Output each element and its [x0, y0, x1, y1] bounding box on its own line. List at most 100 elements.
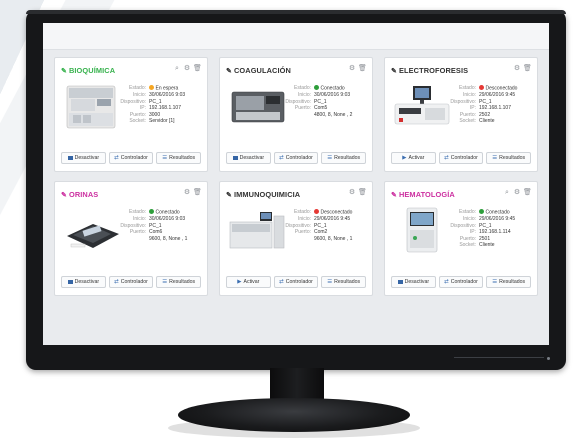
info-key: Dispositivo:	[450, 222, 476, 229]
info-row: Inicio: 30/06/2016 9:03	[120, 92, 199, 99]
card-buttons: Desactivar ⇄ Controlador ☰ Resultados	[61, 152, 202, 164]
info-row: Inicio: 29/06/2016 9:45	[450, 92, 529, 99]
controller-button[interactable]: ⇄ Controlador	[438, 152, 484, 164]
card-title: ✎ ELECTROFORESIS	[391, 66, 469, 75]
gear-icon[interactable]: ⚙	[183, 65, 191, 73]
tag-icon: ✎	[226, 68, 232, 75]
activate-button[interactable]: ▶ Activar	[226, 276, 271, 288]
status-dot	[314, 209, 319, 214]
status-value: Conectado	[155, 209, 180, 216]
trash-icon[interactable]: 🗑	[523, 189, 532, 197]
info-value: Com2	[314, 229, 328, 236]
list-icon: ☰	[327, 155, 333, 161]
info-key: Socket:	[459, 118, 476, 125]
results-button[interactable]: ☰ Resultados	[486, 276, 532, 288]
info-key: Socket:	[129, 118, 146, 125]
card-title: ✎ HEMATOLOGÍA	[391, 190, 455, 199]
card-hematologia: ✎ HEMATOLOGÍA ⌕ ⚙ 🗑 Estado: Conectado Inicio…	[384, 181, 538, 296]
deactivate-button[interactable]: Desactivar	[226, 152, 271, 164]
controller-button[interactable]: ⇄ Controlador	[273, 152, 319, 164]
trash-icon[interactable]: 🗑	[193, 189, 202, 197]
swap-icon: ⇄	[114, 279, 119, 285]
gear-icon[interactable]: ⚙	[348, 189, 356, 197]
device-image-coagulacion	[228, 82, 286, 130]
deactivate-button[interactable]: Desactivar	[61, 152, 106, 164]
info-row-estado: Estado: Desconectado	[285, 209, 364, 216]
card-title: ✎ BIOQUÍMICA	[61, 66, 116, 75]
deactivate-button[interactable]: Desactivar	[391, 276, 436, 288]
info-value: 192.168.1.114	[479, 229, 511, 236]
card-buttons: ▶ Activar ⇄ Controlador ☰ Resultados	[391, 152, 532, 164]
card-tools: ⚙ 🗑	[348, 189, 367, 197]
trash-icon[interactable]: 🗑	[358, 189, 367, 197]
swap-icon: ⇄	[444, 155, 449, 161]
card-tools: ⌕ ⚙ 🗑	[173, 65, 202, 73]
results-button[interactable]: ☰ Resultados	[156, 276, 202, 288]
controller-button[interactable]: ⇄ Controlador	[108, 152, 154, 164]
list-icon: ☰	[492, 279, 498, 285]
status-value: Desconectado	[485, 85, 518, 92]
header-strip	[43, 23, 549, 50]
info-value: 192.168.1.107	[479, 105, 511, 112]
deactivate-button[interactable]: Desactivar	[61, 276, 106, 288]
status-value: Conectado	[485, 209, 510, 216]
gear-icon[interactable]: ⚙	[513, 189, 521, 197]
search-icon[interactable]: ⌕	[503, 189, 511, 197]
search-icon[interactable]: ⌕	[173, 65, 181, 73]
info-value: Cliente	[479, 118, 495, 125]
gear-icon[interactable]: ⚙	[513, 65, 521, 73]
power-indicator	[547, 357, 550, 360]
list-icon: ☰	[162, 155, 168, 161]
card-title: ✎ COAGULACIÓN	[226, 66, 291, 75]
controller-button[interactable]: ⇄ Controlador	[108, 276, 154, 288]
card-coagulacion: ✎ COAGULACIÓN ⚙ 🗑 Estado: Conectado Inicio:…	[219, 57, 373, 172]
info-row: 4800, 8, None , 2	[285, 112, 364, 119]
info-key: Dispositivo:	[120, 222, 146, 229]
info-key: Dispositivo:	[120, 98, 146, 105]
gear-icon[interactable]: ⚙	[348, 65, 356, 73]
info-key: IP:	[139, 105, 146, 112]
tag-icon: ✎	[61, 68, 67, 75]
card-buttons: Desactivar ⇄ Controlador ☰ Resultados	[391, 276, 532, 288]
controller-button[interactable]: ⇄ Controlador	[273, 276, 319, 288]
info-value: 9600, 8, None , 1	[314, 235, 353, 242]
info-row: Puerto: 2501	[450, 236, 529, 243]
card-tools: ⌕ ⚙ 🗑	[503, 189, 532, 197]
device-image-electroforesis	[393, 82, 451, 130]
info-row: Puerto: 2502	[450, 112, 529, 119]
controller-button[interactable]: ⇄ Controlador	[438, 276, 484, 288]
tag-icon: ✎	[391, 68, 397, 75]
device-image-bioquimica	[63, 82, 121, 130]
trash-icon[interactable]: 🗑	[358, 65, 367, 73]
info-key: Inicio:	[132, 216, 146, 223]
status-dot	[479, 209, 484, 214]
device-image-hematologia	[393, 206, 451, 254]
info-value: 29/06/2016 9:45	[479, 216, 516, 223]
results-button[interactable]: ☰ Resultados	[156, 152, 202, 164]
info-row: Dispositivo: PC_1	[285, 99, 364, 106]
info-key: Estado:	[129, 209, 146, 215]
info-key: Estado:	[459, 85, 476, 91]
info-row: Puerto: 3000	[120, 112, 199, 119]
results-button[interactable]: ☰ Resultados	[321, 152, 367, 164]
device-info: Estado: En espera Inicio: 30/06/2016 9:03 …	[120, 85, 199, 125]
info-key: Inicio:	[297, 216, 311, 223]
list-icon: ☰	[327, 279, 333, 285]
card-title: ✎ IMMUNOQUIMICIA	[226, 190, 301, 199]
info-row-estado: Estado: Desconectado	[450, 85, 529, 92]
info-value: PC_1	[314, 222, 327, 229]
play-icon: ▶	[402, 155, 407, 161]
status-value: Desconectado	[320, 209, 353, 216]
gear-icon[interactable]: ⚙	[183, 189, 191, 197]
trash-icon[interactable]: 🗑	[523, 65, 532, 73]
activate-button[interactable]: ▶ Activar	[391, 152, 436, 164]
info-key: Estado:	[129, 85, 146, 91]
info-row: 9600, 8, None , 1	[120, 236, 199, 243]
info-row: 9600, 8, None , 1	[285, 236, 364, 243]
trash-icon[interactable]: 🗑	[193, 65, 202, 73]
results-button[interactable]: ☰ Resultados	[321, 276, 367, 288]
status-value: Conectado	[320, 85, 345, 92]
info-value: PC_1	[149, 222, 162, 229]
results-button[interactable]: ☰ Resultados	[486, 152, 532, 164]
info-row: Puerto: Com6	[120, 229, 199, 236]
